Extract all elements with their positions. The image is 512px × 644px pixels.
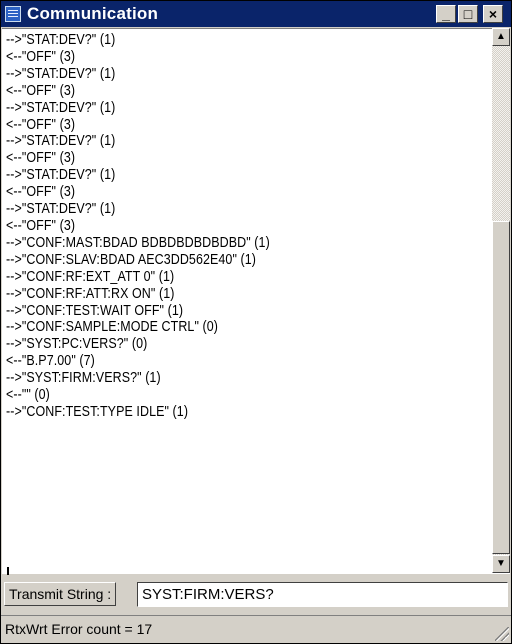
log-line: -->"CONF:RF:ATT:RX ON" (1) [6,285,175,302]
log-line: -->"STAT:DEV?" (1) [6,65,116,82]
error-count-status: RtxWrt Error count = 17 [5,621,153,637]
transmit-string-button[interactable]: Transmit String : [4,582,117,606]
log-line: -->"CONF:RF:EXT_ATT 0" (1) [6,268,175,285]
communication-window: Communication _ □ × -->"STAT:DEV?" (1) <-… [0,0,512,644]
status-bar: RtxWrt Error count = 17 [1,615,511,643]
log-line: -->"CONF:MAST:BDAD BDBDBDBDBDBD" (1) [6,234,270,251]
log-line: <--"OFF" (3) [6,184,76,201]
close-button[interactable]: × [483,5,503,23]
minimize-button[interactable]: _ [436,5,456,23]
scroll-up-arrow-icon[interactable]: ▲ [492,28,510,46]
log-line: <--"" (0) [6,387,50,404]
title-bar[interactable]: Communication _ □ × [1,1,511,27]
log-line: -->"STAT:DEV?" (1) [6,133,116,150]
log-line: -->"CONF:TEST:TYPE IDLE" (1) [6,403,189,420]
log-line: <--"OFF" (3) [6,82,76,99]
log-line: -->"STAT:DEV?" (1) [6,167,116,184]
scroll-thumb[interactable] [492,221,510,554]
transmit-row: Transmit String : [1,575,511,613]
log-line: <--"B.P7.00" (7) [6,353,95,370]
log-line: -->"CONF:SAMPLE:MODE CTRL" (0) [6,319,219,336]
log-line: -->"STAT:DEV?" (1) [6,99,116,116]
log-line: <--"OFF" (3) [6,116,76,133]
communication-log[interactable]: -->"STAT:DEV?" (1) <--"OFF" (3) -->"STAT:D… [2,28,510,584]
log-line: <--"OFF" (3) [6,217,76,234]
app-icon[interactable] [5,6,21,22]
transmit-string-input[interactable] [137,582,508,607]
log-line: -->"CONF:TEST:WAIT OFF" (1) [6,302,184,319]
scroll-down-arrow-icon[interactable]: ▼ [492,555,510,573]
log-line: <--"OFF" (3) [6,48,76,65]
log-line: -->"SYST:FIRM:VERS?" (1) [6,370,161,387]
log-lines: -->"STAT:DEV?" (1) <--"OFF" (3) -->"STAT:D… [6,32,419,421]
log-line: -->"STAT:DEV?" (1) [6,201,116,218]
log-line: <--"OFF" (3) [6,150,76,167]
vertical-scrollbar[interactable]: ▲ ▼ [492,28,510,573]
resize-grip-icon[interactable] [495,627,509,641]
log-line: -->"CONF:SLAV:BDAD AEC3DD562E40" (1) [6,251,257,268]
log-line: -->"STAT:DEV?" (1) [6,32,116,48]
log-line: -->"SYST:PC:VERS?" (0) [6,336,148,353]
maximize-button[interactable]: □ [458,5,478,23]
window-title: Communication [27,4,159,23]
